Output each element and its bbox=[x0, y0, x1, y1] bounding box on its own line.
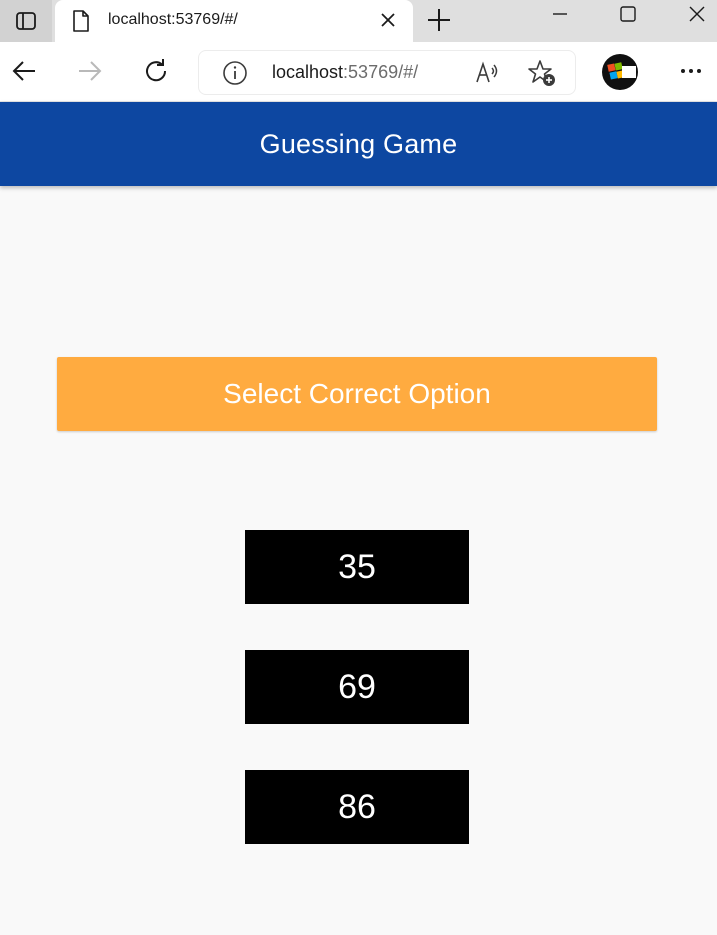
page-icon bbox=[73, 10, 89, 32]
forward-button[interactable] bbox=[75, 56, 105, 86]
close-icon[interactable] bbox=[379, 11, 397, 29]
back-button[interactable] bbox=[9, 56, 39, 86]
refresh-button[interactable] bbox=[141, 56, 171, 86]
app-bar: Guessing Game bbox=[0, 102, 717, 186]
back-arrow-icon bbox=[12, 61, 35, 81]
maximize-button[interactable] bbox=[614, 4, 642, 24]
option-button[interactable]: 69 bbox=[245, 650, 469, 724]
minimize-button[interactable] bbox=[546, 4, 574, 24]
plus-icon[interactable] bbox=[426, 7, 452, 33]
tab-strip: localhost:53769/#/ bbox=[0, 0, 717, 42]
option-button[interactable]: 35 bbox=[245, 530, 469, 604]
app-title: Guessing Game bbox=[259, 128, 458, 159]
window-close-button[interactable] bbox=[683, 4, 711, 24]
tab-actions-button[interactable] bbox=[0, 0, 52, 42]
more-dots-icon bbox=[681, 69, 701, 73]
read-aloud-icon[interactable] bbox=[474, 60, 500, 86]
maximize-icon bbox=[620, 6, 636, 22]
minimize-icon bbox=[553, 13, 567, 15]
prompt-banner: Select Correct Option bbox=[57, 357, 657, 431]
browser-toolbar: localhost:53769/#/ bbox=[0, 42, 717, 102]
info-icon[interactable] bbox=[222, 60, 248, 86]
more-options-button[interactable] bbox=[676, 56, 706, 86]
address-bar[interactable]: localhost:53769/#/ bbox=[198, 50, 576, 95]
forward-arrow-icon bbox=[79, 61, 102, 81]
tab-title: localhost:53769/#/ bbox=[108, 11, 238, 28]
browser-tab[interactable]: localhost:53769/#/ bbox=[55, 0, 413, 42]
profile-logo-icon bbox=[607, 62, 636, 80]
profile-avatar[interactable] bbox=[602, 54, 638, 90]
prompt-text: Select Correct Option bbox=[223, 378, 491, 409]
url-host: localhost bbox=[272, 62, 344, 82]
tab-actions-icon bbox=[16, 12, 36, 30]
url-path: :53769/#/ bbox=[343, 62, 419, 82]
favorites-add-icon[interactable] bbox=[527, 59, 557, 87]
refresh-icon bbox=[146, 59, 167, 82]
window-close-icon bbox=[689, 6, 705, 22]
url-text[interactable]: localhost:53769/#/ bbox=[272, 62, 418, 83]
option-button[interactable]: 86 bbox=[245, 770, 469, 844]
